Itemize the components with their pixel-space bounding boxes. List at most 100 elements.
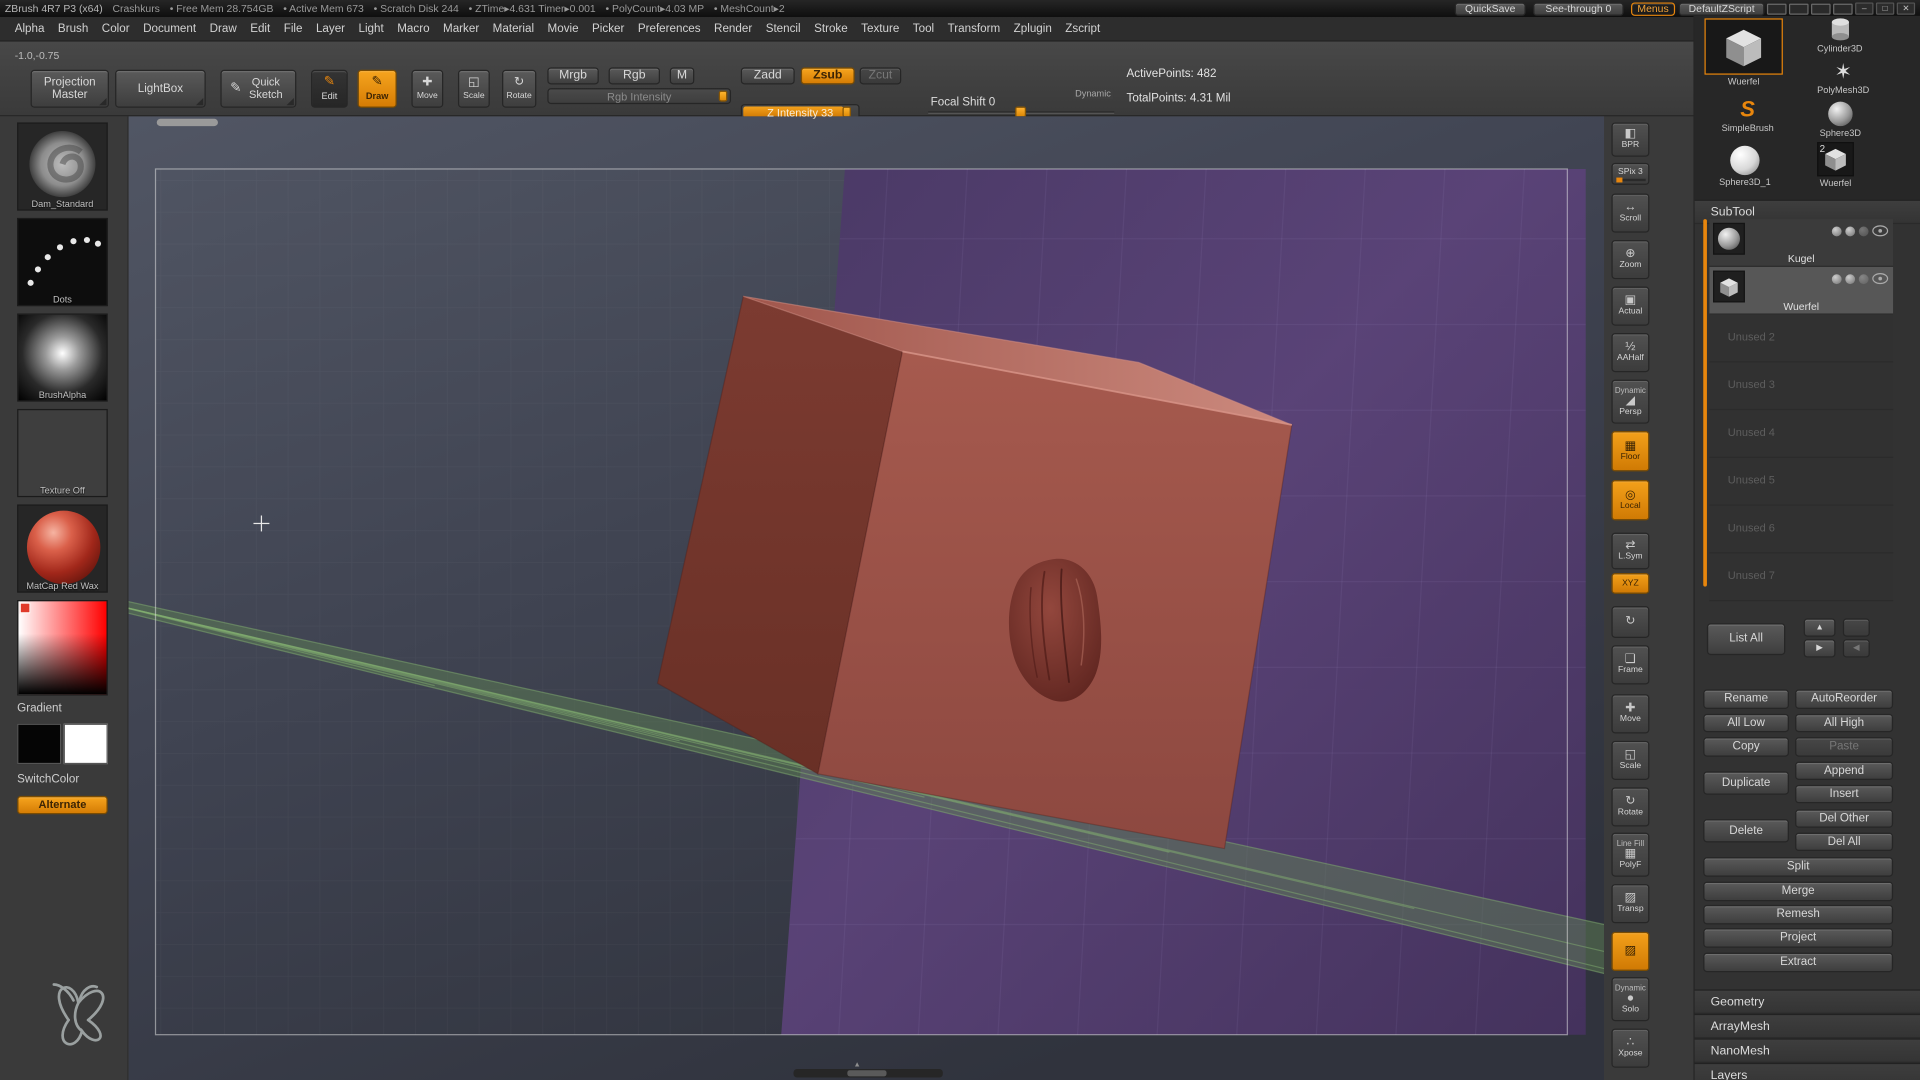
duplicate-button[interactable]: Duplicate — [1703, 771, 1789, 795]
main-color-swatch[interactable] — [17, 723, 62, 765]
local-button[interactable]: ◎ Local — [1611, 480, 1650, 521]
visibility-eye-icon[interactable] — [1872, 225, 1889, 237]
layout-toggle-icon[interactable] — [1766, 3, 1787, 15]
subtool-item-unused[interactable]: Unused 3 — [1709, 362, 1894, 411]
draw-mode-button[interactable]: ✎ Draw — [357, 69, 397, 108]
menu-item-zplugin[interactable]: Zplugin — [1014, 22, 1052, 35]
zoom-button[interactable]: ⊕ Zoom — [1611, 240, 1650, 280]
transp-button[interactable]: ▨ Transp — [1611, 884, 1650, 924]
paste-button[interactable]: Paste — [1795, 737, 1894, 757]
mrgb-button[interactable]: Mrgb — [547, 67, 599, 85]
scale-view-button[interactable]: ◱ Scale — [1611, 740, 1650, 781]
menu-item-stroke[interactable]: Stroke — [814, 22, 848, 35]
menu-item-file[interactable]: File — [284, 22, 303, 35]
autoreorder-button[interactable]: AutoReorder — [1795, 689, 1894, 709]
menu-item-tool[interactable]: Tool — [913, 22, 934, 35]
xyz-button[interactable]: XYZ — [1611, 573, 1650, 594]
arraymesh-section-header[interactable]: ArrayMesh — [1694, 1013, 1920, 1039]
spin-button[interactable]: ↻ — [1611, 606, 1650, 638]
tool-item-wuerfel-2[interactable]: 2 Wuerfel — [1817, 142, 1854, 189]
menu-item-texture[interactable]: Texture — [861, 22, 899, 35]
minimize-button[interactable]: – — [1855, 2, 1874, 15]
menu-item-stencil[interactable]: Stencil — [766, 22, 801, 35]
subtool-down-button[interactable] — [1842, 618, 1870, 637]
insert-button[interactable]: Insert — [1795, 784, 1894, 804]
split-button[interactable]: Split — [1703, 857, 1894, 877]
panel-toggle-icon[interactable] — [1811, 3, 1831, 15]
frame-button[interactable]: ❏ Frame — [1611, 645, 1650, 685]
polypaint-toggle-icon[interactable] — [1845, 225, 1856, 236]
aahalf-button[interactable]: ½ AAHalf — [1611, 333, 1650, 373]
polyf-button[interactable]: Line Fill ▦ PolyF — [1611, 832, 1650, 877]
ghost-button[interactable]: ▨ — [1611, 931, 1650, 972]
extract-button[interactable]: Extract — [1703, 952, 1894, 973]
project-button[interactable]: Project — [1703, 928, 1894, 948]
polypaint-toggle-icon[interactable] — [1845, 273, 1856, 284]
close-button[interactable]: ✕ — [1896, 2, 1916, 15]
menu-item-zscript[interactable]: Zscript — [1065, 22, 1100, 35]
timeline-expand-icon[interactable]: ▲ — [849, 1062, 866, 1071]
toggle-icon[interactable] — [1858, 273, 1869, 284]
scroll-button[interactable]: ↔ Scroll — [1611, 193, 1650, 233]
actual-button[interactable]: ▣ Actual — [1611, 286, 1650, 326]
layers-section-header[interactable]: Layers — [1694, 1062, 1920, 1080]
rotate-mode-button[interactable]: ↻ Rotate — [502, 69, 537, 108]
canvas-h-scrollbar[interactable] — [156, 118, 218, 127]
see-through-slider[interactable]: See-through 0 — [1533, 1, 1624, 16]
copy-button[interactable]: Copy — [1703, 737, 1789, 757]
switchcolor-label[interactable]: SwitchColor — [17, 773, 79, 786]
menu-item-movie[interactable]: Movie — [548, 22, 579, 35]
geometry-section-header[interactable]: Geometry — [1694, 989, 1920, 1014]
append-button[interactable]: Append — [1795, 761, 1894, 781]
subtool-item-unused[interactable]: Unused 2 — [1709, 314, 1894, 363]
subtool-next-button[interactable]: ▶ — [1803, 639, 1836, 658]
all-high-button[interactable]: All High — [1795, 713, 1894, 733]
del-other-button[interactable]: Del Other — [1795, 809, 1894, 828]
move-mode-button[interactable]: ✚ Move — [411, 69, 444, 108]
texture-thumbnail[interactable]: Texture Off — [17, 408, 108, 498]
nanomesh-section-header[interactable]: NanoMesh — [1694, 1038, 1920, 1063]
menu-item-color[interactable]: Color — [102, 22, 130, 35]
tool-item-active[interactable]: Wuerfel — [1704, 18, 1783, 87]
m-button[interactable]: M — [669, 67, 695, 85]
subtool-prev-button[interactable]: ◀ — [1842, 639, 1870, 658]
xpose-button[interactable]: ∴ Xpose — [1611, 1028, 1650, 1068]
alternate-button[interactable]: Alternate — [17, 795, 108, 815]
polypaint-toggle-icon[interactable] — [1831, 273, 1842, 284]
zcut-button[interactable]: Zcut — [859, 67, 902, 85]
menu-item-brush[interactable]: Brush — [58, 22, 88, 35]
document-canvas[interactable]: ▲ — [128, 116, 1605, 1080]
subtool-item-unused[interactable]: Unused 5 — [1709, 457, 1894, 506]
polypaint-toggle-icon[interactable] — [1831, 225, 1842, 236]
rotate-view-button[interactable]: ↻ Rotate — [1611, 787, 1650, 827]
scrollbar-handle[interactable] — [847, 1070, 887, 1077]
lsym-button[interactable]: ⇄ L.Sym — [1611, 532, 1650, 570]
menu-item-render[interactable]: Render — [714, 22, 752, 35]
menu-item-macro[interactable]: Macro — [397, 22, 429, 35]
menus-toggle-button[interactable]: Menus — [1631, 1, 1676, 16]
subtool-item-unused[interactable]: Unused 7 — [1709, 553, 1894, 602]
edit-mode-button[interactable]: ✎ Edit — [311, 69, 348, 108]
alpha-thumbnail[interactable]: BrushAlpha — [17, 313, 108, 402]
quicksave-button[interactable]: QuickSave — [1454, 1, 1526, 16]
dynamic-draw-size-label[interactable]: Dynamic — [1072, 88, 1114, 100]
zadd-button[interactable]: Zadd — [740, 67, 795, 85]
scale-mode-button[interactable]: ◱ Scale — [457, 69, 490, 108]
spix-slider[interactable]: SPix 3 — [1611, 162, 1650, 185]
menu-item-preferences[interactable]: Preferences — [638, 22, 701, 35]
menu-item-edit[interactable]: Edit — [250, 22, 270, 35]
all-low-button[interactable]: All Low — [1703, 713, 1789, 733]
menu-item-layer[interactable]: Layer — [316, 22, 345, 35]
material-thumbnail[interactable]: MatCap Red Wax — [17, 504, 108, 593]
zsub-button[interactable]: Zsub — [800, 67, 855, 85]
lightbox-button[interactable]: LightBox — [115, 69, 206, 108]
delete-button[interactable]: Delete — [1703, 819, 1789, 843]
toggle-icon[interactable] — [1858, 225, 1869, 236]
floor-button[interactable]: ▦ Floor — [1611, 431, 1650, 472]
subtool-item-unused[interactable]: Unused 4 — [1709, 410, 1894, 458]
tool-item-cylinder3d[interactable]: Cylinder3D — [1817, 17, 1863, 54]
list-all-button[interactable]: List All — [1706, 623, 1786, 656]
subtool-scrollbar[interactable] — [1703, 219, 1707, 587]
maximize-button[interactable]: □ — [1875, 2, 1895, 15]
rgb-button[interactable]: Rgb — [608, 67, 661, 85]
